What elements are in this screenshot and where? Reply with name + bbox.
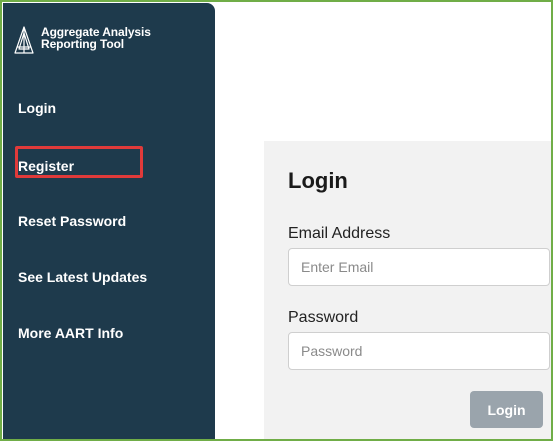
- sidebar-item-more-aart-info[interactable]: More AART Info: [18, 325, 123, 341]
- app-title-line2: Reporting Tool: [41, 37, 125, 51]
- email-label: Email Address: [288, 225, 391, 242]
- register-highlight-box: [15, 146, 143, 178]
- sidebar-item-see-latest-updates[interactable]: See Latest Updates: [18, 269, 147, 285]
- aart-logo-icon: [14, 26, 34, 54]
- email-input[interactable]: [288, 248, 550, 286]
- login-card: Login Email Address Password Login: [264, 141, 551, 439]
- login-title: Login: [288, 168, 348, 193]
- sidebar-item-reset-password[interactable]: Reset Password: [18, 213, 126, 229]
- sidebar-item-login[interactable]: Login: [18, 100, 56, 116]
- app-title: Aggregate Analysis Reporting Tool: [41, 26, 151, 50]
- sidebar: Aggregate Analysis Reporting Tool Login …: [3, 3, 215, 439]
- password-label: Password: [288, 309, 359, 326]
- brand[interactable]: Aggregate Analysis Reporting Tool: [11, 25, 211, 65]
- login-button[interactable]: Login: [470, 391, 543, 428]
- password-input[interactable]: [288, 332, 550, 370]
